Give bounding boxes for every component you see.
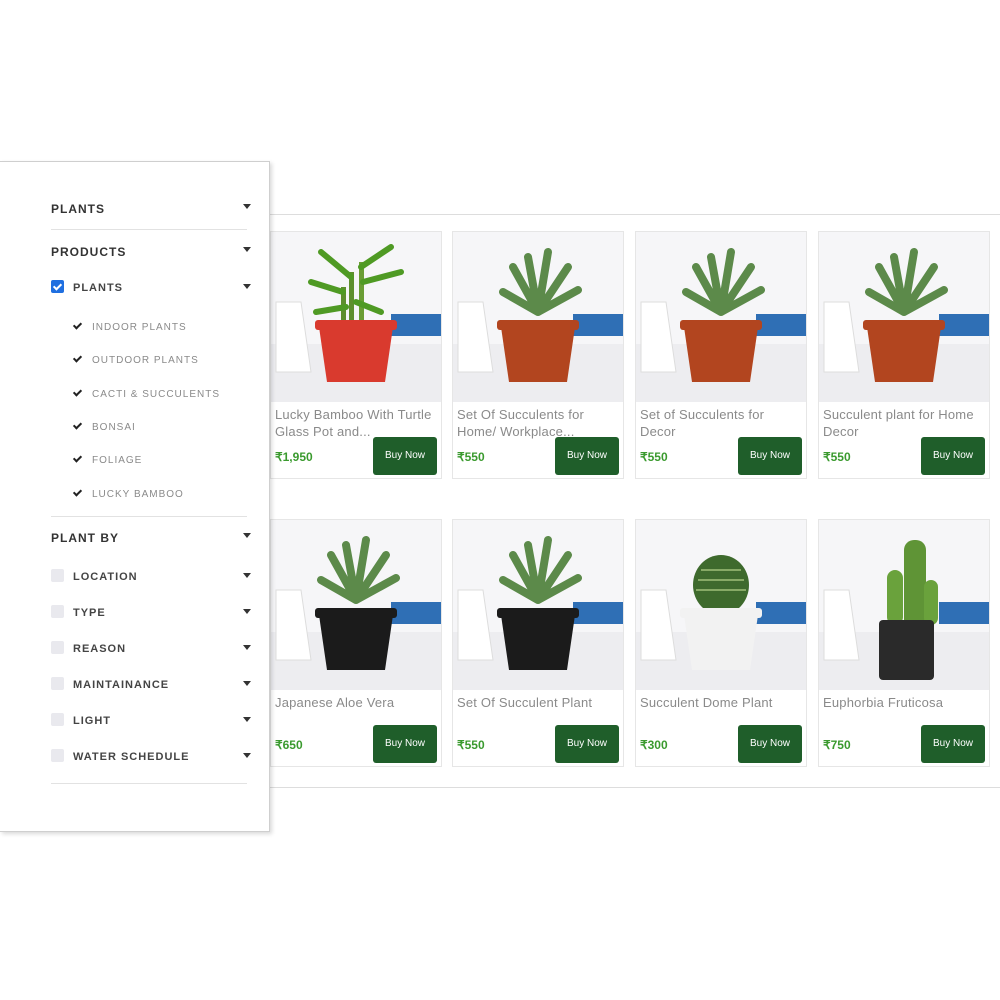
product-name[interactable]: Lucky Bamboo With Turtle Glass Pot and..… (275, 406, 435, 440)
product-card[interactable]: Lucky Bamboo With Turtle Glass Pot and..… (270, 231, 442, 479)
plant-by-label: WATER SCHEDULE (73, 751, 190, 763)
subcategory-label: LUCKY BAMBOO (92, 488, 184, 500)
unchecked-checkbox[interactable] (51, 749, 64, 762)
unchecked-checkbox[interactable] (51, 641, 64, 654)
product-price: ₹650 (275, 738, 303, 752)
product-card[interactable]: Set Of Succulents for Home/ Workplace...… (452, 231, 624, 479)
buy-now-button[interactable]: Buy Now (738, 437, 802, 475)
buy-now-button[interactable]: Buy Now (373, 725, 437, 763)
unchecked-checkbox[interactable] (51, 605, 64, 618)
subcategory-label: BONSAI (92, 421, 136, 433)
product-image[interactable] (453, 232, 623, 402)
product-price: ₹550 (640, 450, 668, 464)
plant-by-section-title: PLANT BY (51, 531, 119, 545)
buy-now-button[interactable]: Buy Now (373, 437, 437, 475)
product-price: ₹300 (640, 738, 668, 752)
product-image[interactable] (453, 520, 623, 690)
product-image[interactable] (636, 520, 806, 690)
checked-checkbox[interactable] (71, 320, 82, 331)
product-grid: Lucky Bamboo With Turtle Glass Pot and..… (268, 214, 1000, 788)
buy-now-button[interactable]: Buy Now (921, 725, 985, 763)
product-price: ₹750 (823, 738, 851, 752)
plants-section-header[interactable]: PLANTS (51, 202, 251, 216)
product-image[interactable] (819, 232, 989, 402)
divider (51, 783, 247, 784)
chevron-down-icon[interactable] (243, 753, 251, 758)
unchecked-checkbox[interactable] (51, 569, 64, 582)
divider (51, 229, 247, 230)
product-name[interactable]: Succulent Dome Plant (640, 694, 800, 728)
product-card[interactable]: Set of Succulents for Decor ₹550 Buy Now (635, 231, 807, 479)
chevron-down-icon[interactable] (243, 717, 251, 722)
product-price: ₹550 (823, 450, 851, 464)
plant-by-label: MAINTAINANCE (73, 679, 170, 691)
products-section-title: PRODUCTS (51, 245, 127, 259)
product-price: ₹1,950 (275, 450, 313, 464)
product-name[interactable]: Japanese Aloe Vera (275, 694, 435, 728)
unchecked-checkbox[interactable] (51, 677, 64, 690)
chevron-down-icon[interactable] (243, 645, 251, 650)
divider (51, 516, 247, 517)
product-price: ₹550 (457, 738, 485, 752)
chevron-down-icon[interactable] (243, 247, 251, 252)
buy-now-button[interactable]: Buy Now (738, 725, 802, 763)
product-card[interactable]: Euphorbia Fruticosa ₹750 Buy Now (818, 519, 990, 767)
unchecked-checkbox[interactable] (51, 713, 64, 726)
plant-by-label: LOCATION (73, 571, 138, 583)
plants-checkbox-label: PLANTS (73, 282, 123, 294)
product-card[interactable]: Set Of Succulent Plant ₹550 Buy Now (452, 519, 624, 767)
chevron-down-icon[interactable] (243, 533, 251, 538)
checked-checkbox[interactable] (71, 453, 82, 465)
product-name[interactable]: Succulent plant for Home Decor (823, 406, 983, 440)
product-image[interactable] (271, 232, 441, 402)
product-price: ₹550 (457, 450, 485, 464)
buy-now-button[interactable]: Buy Now (555, 725, 619, 763)
product-card[interactable]: Succulent Dome Plant ₹300 Buy Now (635, 519, 807, 767)
product-name[interactable]: Set of Succulents for Decor (640, 406, 800, 440)
plant-by-label: LIGHT (73, 715, 111, 727)
product-card[interactable]: Succulent plant for Home Decor ₹550 Buy No… (818, 231, 990, 479)
products-section-header[interactable]: PRODUCTS (51, 245, 251, 259)
buy-now-button[interactable]: Buy Now (921, 437, 985, 475)
subcategory-label: OUTDOOR PLANTS (92, 355, 199, 367)
plant-by-label: TYPE (73, 607, 106, 619)
buy-now-button[interactable]: Buy Now (555, 437, 619, 475)
product-image[interactable] (636, 232, 806, 402)
product-image[interactable] (819, 520, 989, 690)
product-name[interactable]: Set Of Succulent Plant (457, 694, 617, 728)
plant-by-label: REASON (73, 643, 127, 655)
product-card[interactable]: Japanese Aloe Vera ₹650 Buy Now (270, 519, 442, 767)
plants-section-title: PLANTS (51, 202, 105, 216)
product-name[interactable]: Euphorbia Fruticosa (823, 694, 983, 728)
chevron-down-icon[interactable] (243, 284, 251, 289)
checked-checkbox[interactable] (71, 486, 82, 498)
chevron-down-icon[interactable] (243, 573, 251, 578)
checked-checkbox[interactable] (71, 419, 82, 431)
subcategory-label: CACTI & SUCCULENTS (92, 388, 221, 400)
subcategory-label: INDOOR PLANTS (92, 322, 187, 333)
checked-checkbox[interactable] (71, 386, 82, 398)
plant-by-section-header[interactable]: PLANT BY (51, 531, 251, 545)
product-image[interactable] (271, 520, 441, 690)
subcategory-label: FOLIAGE (92, 455, 143, 467)
chevron-down-icon[interactable] (243, 681, 251, 686)
product-name[interactable]: Set Of Succulents for Home/ Workplace... (457, 406, 617, 440)
chevron-down-icon[interactable] (243, 609, 251, 614)
checked-checkbox[interactable] (71, 353, 82, 365)
filter-sidebar: PLANTS PRODUCTS PLANTS INDOOR PLANTS OUTD… (0, 161, 270, 832)
chevron-down-icon[interactable] (243, 204, 251, 209)
plants-checkbox[interactable] (51, 280, 64, 293)
